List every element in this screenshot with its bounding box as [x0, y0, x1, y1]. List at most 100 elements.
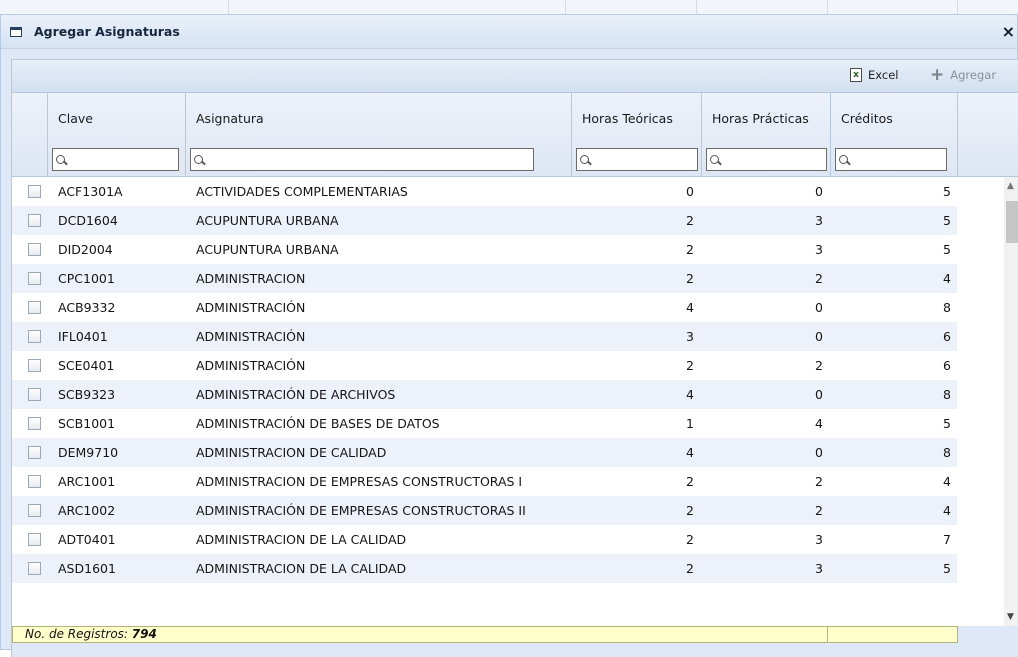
- row-checkbox[interactable]: [28, 504, 41, 517]
- header-asignatura[interactable]: Asignatura: [186, 93, 572, 177]
- cell-cr: 5: [943, 213, 951, 228]
- cell-asignatura: ADMINISTRACION DE LA CALIDAD: [196, 561, 407, 576]
- cell-ht: 4: [686, 300, 694, 315]
- header-label: Clave: [58, 111, 93, 126]
- records-count: 794: [131, 627, 157, 641]
- table-row[interactable]: DCD1604 ACUPUNTURA URBANA 2 3 5: [12, 206, 1018, 235]
- cell-asignatura: ADMINISTRACION DE CALIDAD: [196, 445, 387, 460]
- cell-clave: ACF1301A: [58, 184, 123, 199]
- dialog-title: Agregar Asignaturas: [34, 24, 180, 39]
- cell-clave: CPC1001: [58, 271, 115, 286]
- row-checkbox[interactable]: [28, 272, 41, 285]
- header-label: Asignatura: [196, 111, 264, 126]
- cell-ht: 4: [686, 445, 694, 460]
- table-row[interactable]: IFL0401 ADMINISTRACIÓN 3 0 6: [12, 322, 1018, 351]
- cell-hp: 3: [815, 242, 823, 257]
- creditos-filter-input[interactable]: [835, 148, 947, 171]
- scroll-down-arrow-icon[interactable]: ▼: [1007, 612, 1014, 622]
- table-row[interactable]: ACF1301A ACTIVIDADES COMPLEMENTARIAS 0 0 5: [12, 177, 1018, 206]
- cell-hp: 3: [815, 532, 823, 547]
- cell-clave: ACB9332: [58, 300, 116, 315]
- table-row[interactable]: SCB9323 ADMINISTRACIÓN DE ARCHIVOS 4 0 8: [12, 380, 1018, 409]
- horas-practicas-filter-input[interactable]: [706, 148, 827, 171]
- row-checkbox[interactable]: [28, 446, 41, 459]
- cell-cr: 5: [943, 184, 951, 199]
- search-icon: [710, 155, 719, 164]
- horas-teoricas-filter-input[interactable]: [576, 148, 698, 171]
- cell-ht: 1: [686, 416, 694, 431]
- table-row[interactable]: ARC1002 ADMINISTRACIÓN DE EMPRESAS CONSTR…: [12, 496, 1018, 525]
- table-row[interactable]: ASD1601 ADMINISTRACION DE LA CALIDAD 2 3 5: [12, 554, 1018, 583]
- cell-hp: 2: [815, 474, 823, 489]
- cell-hp: 0: [815, 329, 823, 344]
- header-horas-teoricas[interactable]: Horas Teóricas: [572, 93, 702, 177]
- table-row[interactable]: CPC1001 ADMINISTRACION 2 2 4: [12, 264, 1018, 293]
- cell-cr: 6: [943, 358, 951, 373]
- cell-asignatura: ADMINISTRACIÓN: [196, 300, 306, 315]
- cell-hp: 0: [815, 445, 823, 460]
- cell-hp: 2: [815, 358, 823, 373]
- cell-cr: 8: [943, 300, 951, 315]
- grid-toolbar: x Excel + Agregar: [11, 59, 1018, 93]
- cell-hp: 3: [815, 213, 823, 228]
- cell-asignatura: ADMINISTRACIÓN DE BASES DE DATOS: [196, 416, 440, 431]
- cell-cr: 4: [943, 271, 951, 286]
- header-horas-practicas[interactable]: Horas Prácticas: [702, 93, 831, 177]
- cell-asignatura: ADMINISTRACION DE LA CALIDAD: [196, 532, 407, 547]
- vertical-scrollbar[interactable]: ▲ ▼: [1004, 177, 1018, 626]
- asignatura-filter-input[interactable]: [190, 148, 534, 171]
- row-checkbox[interactable]: [28, 330, 41, 343]
- scrollbar-thumb[interactable]: [1006, 201, 1018, 243]
- cell-asignatura: ADMINISTRACIÓN DE EMPRESAS CONSTRUCTORAS…: [196, 503, 526, 518]
- row-checkbox[interactable]: [28, 301, 41, 314]
- cell-ht: 2: [686, 213, 694, 228]
- table-row[interactable]: SCB1001 ADMINISTRACIÓN DE BASES DE DATOS 1…: [12, 409, 1018, 438]
- header-label: Horas Prácticas: [712, 111, 809, 126]
- cell-cr: 4: [943, 474, 951, 489]
- background-divider: [957, 0, 958, 14]
- cell-ht: 2: [686, 271, 694, 286]
- cell-asignatura: ADMINISTRACIÓN: [196, 329, 306, 344]
- row-checkbox[interactable]: [28, 359, 41, 372]
- grid-footer: No. de Registros: 794: [12, 626, 1018, 657]
- cell-clave: DCD1604: [58, 213, 118, 228]
- cell-ht: 2: [686, 532, 694, 547]
- clave-filter-input[interactable]: [52, 148, 179, 171]
- row-checkbox[interactable]: [28, 417, 41, 430]
- row-checkbox[interactable]: [28, 388, 41, 401]
- table-row[interactable]: SCE0401 ADMINISTRACIÓN 2 2 6: [12, 351, 1018, 380]
- cell-ht: 2: [686, 561, 694, 576]
- cell-asignatura: ACUPUNTURA URBANA: [196, 213, 339, 228]
- table-row[interactable]: ARC1001 ADMINISTRACION DE EMPRESAS CONSTR…: [12, 467, 1018, 496]
- table-row[interactable]: ACB9332 ADMINISTRACIÓN 4 0 8: [12, 293, 1018, 322]
- close-button[interactable]: ×: [1002, 22, 1015, 41]
- cell-asignatura: ACTIVIDADES COMPLEMENTARIAS: [196, 184, 408, 199]
- cell-cr: 8: [943, 445, 951, 460]
- cell-ht: 2: [686, 242, 694, 257]
- search-icon: [56, 155, 65, 164]
- cell-clave: SCB9323: [58, 387, 116, 402]
- records-status: No. de Registros: 794: [12, 626, 828, 643]
- row-checkbox[interactable]: [28, 185, 41, 198]
- table-row[interactable]: DEM9710 ADMINISTRACION DE CALIDAD 4 0 8: [12, 438, 1018, 467]
- cell-cr: 6: [943, 329, 951, 344]
- cell-asignatura: ADMINISTRACIÓN DE ARCHIVOS: [196, 387, 396, 402]
- row-checkbox[interactable]: [28, 533, 41, 546]
- row-checkbox[interactable]: [28, 475, 41, 488]
- window-icon: [10, 27, 22, 37]
- cell-clave: SCE0401: [58, 358, 115, 373]
- cell-ht: 0: [686, 184, 694, 199]
- table-row[interactable]: DID2004 ACUPUNTURA URBANA 2 3 5: [12, 235, 1018, 264]
- header-clave[interactable]: Clave: [48, 93, 186, 177]
- row-checkbox[interactable]: [28, 243, 41, 256]
- agregar-button[interactable]: + Agregar: [930, 67, 996, 84]
- row-checkbox[interactable]: [28, 214, 41, 227]
- cell-cr: 7: [943, 532, 951, 547]
- excel-export-button[interactable]: x Excel: [850, 68, 898, 82]
- header-label: Créditos: [841, 111, 893, 126]
- scroll-up-arrow-icon[interactable]: ▲: [1007, 181, 1014, 191]
- row-checkbox[interactable]: [28, 562, 41, 575]
- header-creditos[interactable]: Créditos: [831, 93, 958, 177]
- table-row[interactable]: ADT0401 ADMINISTRACION DE LA CALIDAD 2 3 7: [12, 525, 1018, 554]
- dialog-titlebar[interactable]: Agregar Asignaturas ×: [1, 15, 1017, 49]
